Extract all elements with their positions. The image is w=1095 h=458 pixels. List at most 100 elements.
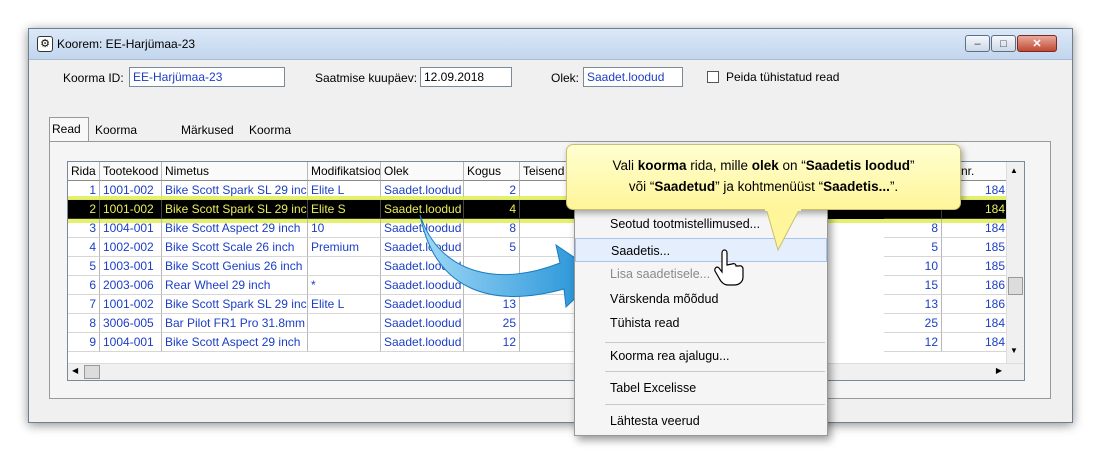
callout-tail-icon — [765, 208, 801, 252]
cell-rida[interactable]: 7 — [68, 295, 100, 314]
scroll-right-icon[interactable]: ▶ — [996, 366, 1002, 375]
cell-olek[interactable]: Saadet.loodud — [381, 181, 464, 200]
menu-separator — [605, 404, 825, 405]
cell-nimetus[interactable]: Bike Scott Spark SL 29 inch — [162, 295, 308, 314]
cell-nimetus[interactable]: Bar Pilot FR1 Pro 31.8mm 7 — [162, 314, 308, 333]
tab-koorma-ajalugu[interactable]: Koorma ajalugu — [247, 119, 293, 159]
cell-nimetus[interactable]: Bike Scott Scale 26 inch — [162, 238, 308, 257]
cell-rida[interactable]: 4 — [68, 238, 100, 257]
cell-tootekood[interactable]: 1001-002 — [100, 295, 162, 314]
cell-kogus-right[interactable]: 5 — [884, 238, 942, 257]
cell-kogus-right[interactable]: 10 — [884, 257, 942, 276]
menu-item[interactable]: Tühista read — [575, 311, 827, 335]
hscroll-thumb[interactable] — [84, 365, 100, 379]
olek-label: Olek: — [551, 71, 580, 85]
saatmise-kuupaev-label: Saatmise kuupäev: — [315, 71, 418, 85]
cell-kogus[interactable]: 25 — [464, 314, 520, 333]
table-row[interactable]: 8 3006-005 Bar Pilot FR1 Pro 31.8mm 7 Saade… — [68, 314, 1024, 333]
cell-nimetus[interactable]: Bike Scott Spark SL 29 inch — [162, 181, 308, 200]
menu-separator — [605, 371, 825, 372]
hide-cancelled-label: Peida tühistatud read — [726, 70, 840, 84]
cell-rida[interactable]: 8 — [68, 314, 100, 333]
cell-tootekood[interactable]: 1003-001 — [100, 257, 162, 276]
table-row[interactable]: 9 1004-001 Bike Scott Aspect 29 inch Saadet… — [68, 333, 1024, 352]
tab-koorma-info[interactable]: Koorma info — [93, 119, 139, 159]
cell-tootekood[interactable]: 1004-001 — [100, 219, 162, 238]
cell-modifikatsioon[interactable]: Elite S — [308, 200, 381, 219]
scroll-thumb[interactable] — [1008, 277, 1023, 295]
cell-modifikatsioon[interactable] — [308, 333, 381, 352]
cell-nimetus[interactable]: Bike Scott Aspect 29 inch — [162, 219, 308, 238]
cell-saatmise-nr[interactable]: 186 — [942, 295, 1009, 314]
menu-item[interactable]: Värskenda mõõdud — [575, 287, 827, 311]
col-tootekood[interactable]: Tootekood — [100, 162, 162, 181]
col-rida[interactable]: Rida — [68, 162, 100, 181]
cell-olek[interactable]: Saadet.loodud — [381, 333, 464, 352]
cell-tootekood[interactable]: 2003-006 — [100, 276, 162, 295]
horizontal-scrollbar[interactable]: ◀ ▶ — [68, 363, 1024, 380]
maximize-button[interactable]: □ — [991, 35, 1016, 52]
olek-field[interactable]: Saadet.loodud — [583, 67, 683, 87]
tab-read[interactable]: Read — [49, 117, 89, 142]
cell-tootekood[interactable]: 1004-001 — [100, 333, 162, 352]
cell-tootekood[interactable]: 1001-002 — [100, 181, 162, 200]
cell-modifikatsioon[interactable]: Premium — [308, 238, 381, 257]
instruction-callout: Vali koorma rida, mille olek on “Saadeti… — [566, 144, 961, 210]
title-bar[interactable]: ⚙ Koorem: EE-Harjümaa-23 – □ ✕ — [29, 29, 1072, 60]
scroll-left-icon[interactable]: ◀ — [72, 366, 78, 375]
koorma-id-field[interactable]: EE-Harjümaa-23 — [129, 67, 285, 87]
cell-modifikatsioon[interactable] — [308, 257, 381, 276]
cell-modifikatsioon[interactable]: Elite L — [308, 295, 381, 314]
cell-kogus[interactable]: 2 — [464, 181, 520, 200]
cell-kogus-right[interactable]: 8 — [884, 219, 942, 238]
cell-modifikatsioon[interactable] — [308, 314, 381, 333]
cell-saatmise-nr[interactable]: 184 — [942, 333, 1009, 352]
cell-rida[interactable]: 9 — [68, 333, 100, 352]
minimize-button[interactable]: – — [965, 35, 990, 52]
cell-tootekood[interactable]: 1002-002 — [100, 238, 162, 257]
col-kogus[interactable]: Kogus — [464, 162, 520, 181]
koorma-id-label: Koorma ID: — [63, 71, 124, 85]
saatmise-kuupaev-field[interactable]: 12.09.2018 — [420, 67, 512, 87]
cell-kogus[interactable]: 12 — [464, 333, 520, 352]
cell-modifikatsioon[interactable]: Elite L — [308, 181, 381, 200]
cell-tootekood[interactable]: 3006-005 — [100, 314, 162, 333]
hide-cancelled-checkbox[interactable] — [707, 71, 719, 83]
menu-item[interactable]: Lisa saadetisele... — [575, 262, 827, 286]
app-gear-icon: ⚙ — [37, 36, 53, 52]
cell-rida[interactable]: 2 — [68, 200, 100, 219]
cell-nimetus[interactable]: Rear Wheel 29 inch — [162, 276, 308, 295]
close-button[interactable]: ✕ — [1017, 35, 1057, 52]
cell-kogus-right[interactable]: 15 — [884, 276, 942, 295]
menu-item[interactable]: Lähtesta veerud — [575, 409, 827, 433]
cell-modifikatsioon[interactable]: * — [308, 276, 381, 295]
cell-saatmise-nr[interactable]: 185 — [942, 257, 1009, 276]
cell-rida[interactable]: 6 — [68, 276, 100, 295]
vertical-scrollbar[interactable]: ▲ ▼ — [1006, 162, 1024, 380]
cell-rida[interactable]: 5 — [68, 257, 100, 276]
cell-nimetus[interactable]: Bike Scott Spark SL 29 inch — [162, 200, 308, 219]
cell-modifikatsioon[interactable]: 10 — [308, 219, 381, 238]
cell-olek[interactable]: Saadet.loodud — [381, 314, 464, 333]
scroll-up-icon[interactable]: ▲ — [1010, 166, 1018, 175]
tab-markused[interactable]: Märkused — [179, 119, 236, 141]
cell-saatmise-nr[interactable]: 186 — [942, 276, 1009, 295]
cell-nimetus[interactable]: Bike Scott Genius 26 inch — [162, 257, 308, 276]
cell-saatmise-nr[interactable]: 184 — [942, 314, 1009, 333]
hand-cursor-icon — [714, 249, 744, 286]
cell-kogus-right[interactable]: 25 — [884, 314, 942, 333]
cell-kogus-right[interactable]: 12 — [884, 333, 942, 352]
col-modifikatsioon[interactable]: Modifikatsioo — [308, 162, 381, 181]
cell-saatmise-nr[interactable]: 184 — [942, 219, 1009, 238]
col-nimetus[interactable]: Nimetus — [162, 162, 308, 181]
cell-kogus-right[interactable]: 13 — [884, 295, 942, 314]
cell-tootekood[interactable]: 1001-002 — [100, 200, 162, 219]
cell-nimetus[interactable]: Bike Scott Aspect 29 inch — [162, 333, 308, 352]
scroll-down-icon[interactable]: ▼ — [1010, 346, 1018, 355]
cell-saatmise-nr[interactable]: 185 — [942, 238, 1009, 257]
menu-item[interactable]: Koorma rea ajalugu... — [575, 344, 827, 368]
col-olek[interactable]: Olek — [381, 162, 464, 181]
menu-item[interactable]: Tabel Excelisse — [575, 376, 827, 400]
cell-rida[interactable]: 1 — [68, 181, 100, 200]
cell-rida[interactable]: 3 — [68, 219, 100, 238]
